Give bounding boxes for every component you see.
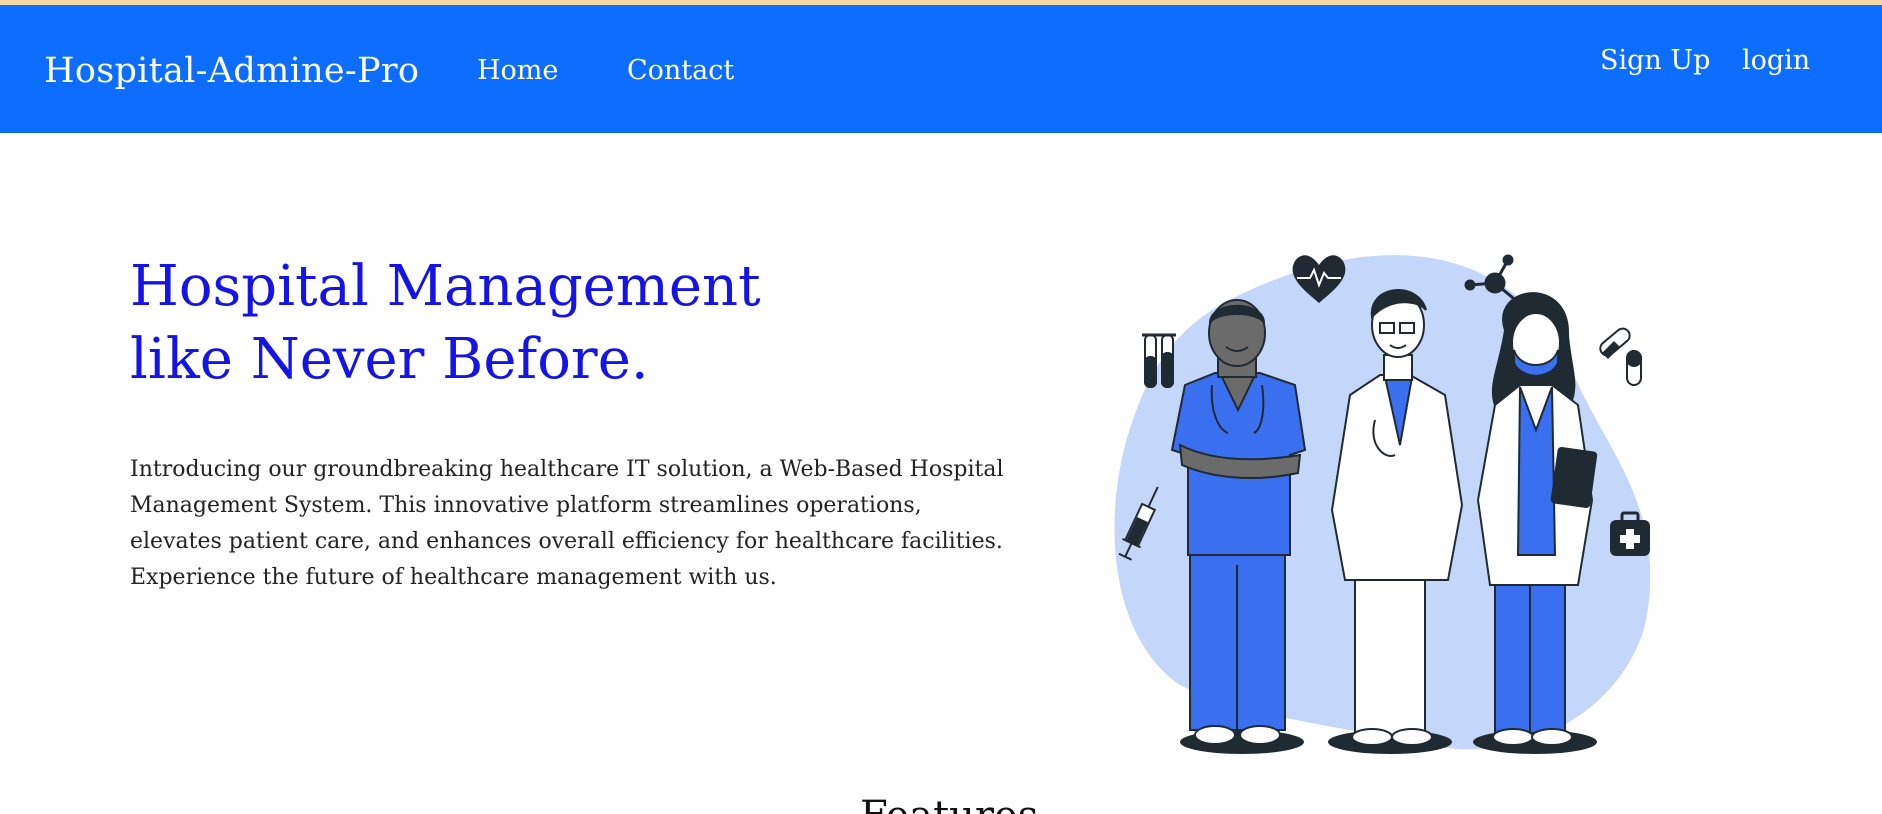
signup-link[interactable]: Sign Up bbox=[1600, 45, 1710, 76]
pills-icon bbox=[1599, 327, 1642, 386]
navbar: Hospital-Admine-Pro Home Contact Sign Up… bbox=[0, 5, 1882, 133]
nav-contact-link[interactable]: Contact bbox=[627, 55, 734, 86]
login-link[interactable]: login bbox=[1742, 45, 1810, 76]
features-heading: Features bbox=[860, 796, 1038, 814]
hero-title-line-2: like Never Before. bbox=[130, 327, 649, 392]
hero-title: Hospital Management like Never Before. bbox=[130, 250, 890, 396]
doctors-illustration bbox=[1114, 254, 1651, 754]
brand-logo[interactable]: Hospital-Admine-Pro bbox=[44, 51, 419, 91]
hero-description: Introducing our groundbreaking healthcar… bbox=[130, 457, 1004, 590]
hero-title-line-1: Hospital Management bbox=[130, 254, 761, 319]
nav-home-link[interactable]: Home bbox=[477, 55, 558, 86]
